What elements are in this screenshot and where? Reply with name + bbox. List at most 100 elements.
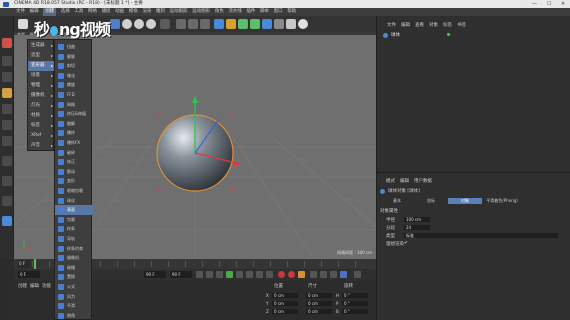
- deformer-menu-item[interactable]: 挤压&伸展: [55, 109, 93, 119]
- prev-frame-icon[interactable]: [216, 271, 223, 278]
- goto-end-icon[interactable]: [256, 271, 263, 278]
- radius-field[interactable]: 100 cm: [404, 217, 430, 222]
- menu-mesh[interactable]: 网格: [88, 8, 97, 16]
- deformer-menu-item[interactable]: 颤动: [55, 167, 93, 177]
- deformer-menu-item[interactable]: 修正: [55, 157, 93, 167]
- menu-animate[interactable]: 动画: [115, 8, 124, 16]
- timeline-menu-icon[interactable]: [354, 271, 361, 278]
- current-frame-field[interactable]: 90 F: [170, 271, 192, 278]
- deformer-menu-item[interactable]: 摄像机: [55, 253, 93, 263]
- deformer-menu-item[interactable]: 导轨: [55, 234, 93, 244]
- position-z-field[interactable]: 0 cm: [272, 309, 298, 314]
- y-axis-arrow-icon[interactable]: [192, 96, 198, 103]
- keyframe-selection-icon[interactable]: [298, 271, 305, 278]
- create-menu-item[interactable]: 声音 ▸: [28, 141, 55, 151]
- create-menu-item[interactable]: XRef ▸: [28, 131, 55, 141]
- render-view-icon[interactable]: [176, 19, 186, 29]
- create-menu-item[interactable]: 生成器 ▸: [28, 41, 55, 51]
- subdivision-icon[interactable]: [238, 19, 248, 29]
- attr-subtab-coord[interactable]: 坐标: [414, 198, 448, 204]
- rotation-h-field[interactable]: 0 °: [342, 293, 368, 298]
- z-axis-icon[interactable]: [146, 19, 156, 29]
- render-perfect-checkbox[interactable]: ✔: [404, 241, 408, 246]
- deformer-menu-item[interactable]: 球化: [55, 196, 93, 206]
- autokey-icon[interactable]: [288, 271, 295, 278]
- texture-mode-icon[interactable]: [2, 72, 12, 82]
- record-icon[interactable]: [278, 271, 285, 278]
- minimize-button[interactable]: —: [532, 0, 537, 8]
- deformer-menu-item[interactable]: 倒角: [55, 311, 93, 320]
- deformer-menu-item[interactable]: 融解: [55, 119, 93, 129]
- deformer-menu-item[interactable]: 网格: [55, 100, 93, 110]
- menu-window[interactable]: 窗口: [274, 8, 283, 16]
- prev-key-icon[interactable]: [206, 271, 213, 278]
- menu-snap[interactable]: 捕捉: [102, 8, 111, 16]
- menu-sculpt[interactable]: 雕刻: [156, 8, 165, 16]
- create-menu-item[interactable]: 造型 ▸: [28, 51, 55, 61]
- x-axis-arrow-icon[interactable]: [233, 160, 240, 167]
- object-tab-edit[interactable]: 编辑: [401, 22, 410, 28]
- deformer-menu-item[interactable]: 螺旋: [55, 80, 93, 90]
- play-icon[interactable]: [226, 271, 233, 278]
- attr-tab-edit[interactable]: 编辑: [400, 178, 409, 185]
- create-menu-item[interactable]: 场景 ▸: [28, 71, 55, 81]
- size-x-field[interactable]: 0 cm: [306, 293, 332, 298]
- attr-subtab-object[interactable]: 对象: [448, 198, 482, 204]
- deformer-menu-item[interactable]: 锥化: [55, 71, 93, 81]
- segments-field[interactable]: 24: [404, 225, 430, 230]
- axis-mode-icon[interactable]: [2, 156, 12, 166]
- deformer-menu-item[interactable]: 扭曲: [55, 42, 93, 52]
- rotation-key-icon[interactable]: [320, 271, 327, 278]
- scale-key-icon[interactable]: [330, 271, 337, 278]
- undo-icon[interactable]: [18, 19, 28, 29]
- menu-character[interactable]: 角色: [215, 8, 224, 16]
- create-menu-item[interactable]: 摄像机 ▸: [28, 91, 55, 101]
- visibility-dot-icon[interactable]: [447, 33, 450, 36]
- deformer-menu-item[interactable]: 包裹: [55, 215, 93, 225]
- camera-icon[interactable]: [286, 19, 296, 29]
- object-name-sphere[interactable]: 球体: [391, 32, 400, 38]
- attr-tab-userdata[interactable]: 用户数据: [414, 178, 432, 185]
- workplane-icon[interactable]: [2, 88, 12, 98]
- cube-icon[interactable]: [214, 19, 224, 29]
- object-tab-file[interactable]: 文件: [387, 22, 396, 28]
- attr-tab-mode[interactable]: 模式: [386, 178, 395, 185]
- material-tab-function[interactable]: 功能: [42, 283, 51, 289]
- menu-render[interactable]: 渲染: [142, 8, 151, 16]
- snap-icon[interactable]: [2, 196, 12, 206]
- create-menu-item[interactable]: 标签 ▸: [28, 121, 55, 131]
- make-editable-icon[interactable]: [2, 38, 12, 48]
- menu-select[interactable]: 选择: [61, 8, 70, 16]
- y-axis-icon[interactable]: [134, 19, 144, 29]
- menu-create[interactable]: 创建: [43, 8, 57, 16]
- size-y-field[interactable]: 0 cm: [306, 301, 332, 306]
- create-menu-item[interactable]: 变形器 ▸: [28, 61, 55, 71]
- position-key-icon[interactable]: [310, 271, 317, 278]
- deformer-menu-item[interactable]: 收缩包裹: [55, 186, 93, 196]
- menu-motion-tracker[interactable]: 运动跟踪: [170, 8, 188, 16]
- coordinate-system-icon[interactable]: [160, 19, 170, 29]
- deformer-menu-item[interactable]: 样条约束: [55, 244, 93, 254]
- model-mode-icon[interactable]: [2, 56, 12, 66]
- attr-subtab-phong[interactable]: 平滑着色(Phong): [482, 198, 522, 204]
- edges-mode-icon[interactable]: [2, 120, 12, 130]
- create-menu-item[interactable]: 灯光 ▸: [28, 101, 55, 111]
- start-frame-field[interactable]: 0 F: [18, 271, 40, 278]
- rotation-b-field[interactable]: 0 °: [342, 309, 368, 314]
- pen-icon[interactable]: [226, 19, 236, 29]
- x-axis-icon[interactable]: [122, 19, 132, 29]
- deformer-menu-item[interactable]: 平滑: [55, 301, 93, 311]
- menu-script[interactable]: 脚本: [260, 8, 269, 16]
- deformer-menu-item[interactable]: 公式: [55, 282, 93, 292]
- size-z-field[interactable]: 0 cm: [306, 309, 332, 314]
- end-frame-field[interactable]: 90 F: [144, 271, 166, 278]
- scene-icon[interactable]: [274, 19, 284, 29]
- deformer-menu-item[interactable]: 爆炸: [55, 128, 93, 138]
- maximize-button[interactable]: ☐: [547, 0, 551, 8]
- next-frame-icon[interactable]: [236, 271, 243, 278]
- deformer-menu-item[interactable]: 样条: [55, 224, 93, 234]
- deformer-menu-item[interactable]: 风力: [55, 292, 93, 302]
- object-tab-bookmarks[interactable]: 书签: [457, 22, 466, 28]
- menu-simulate[interactable]: 模拟: [129, 8, 138, 16]
- tweak-mode-icon[interactable]: [2, 176, 12, 186]
